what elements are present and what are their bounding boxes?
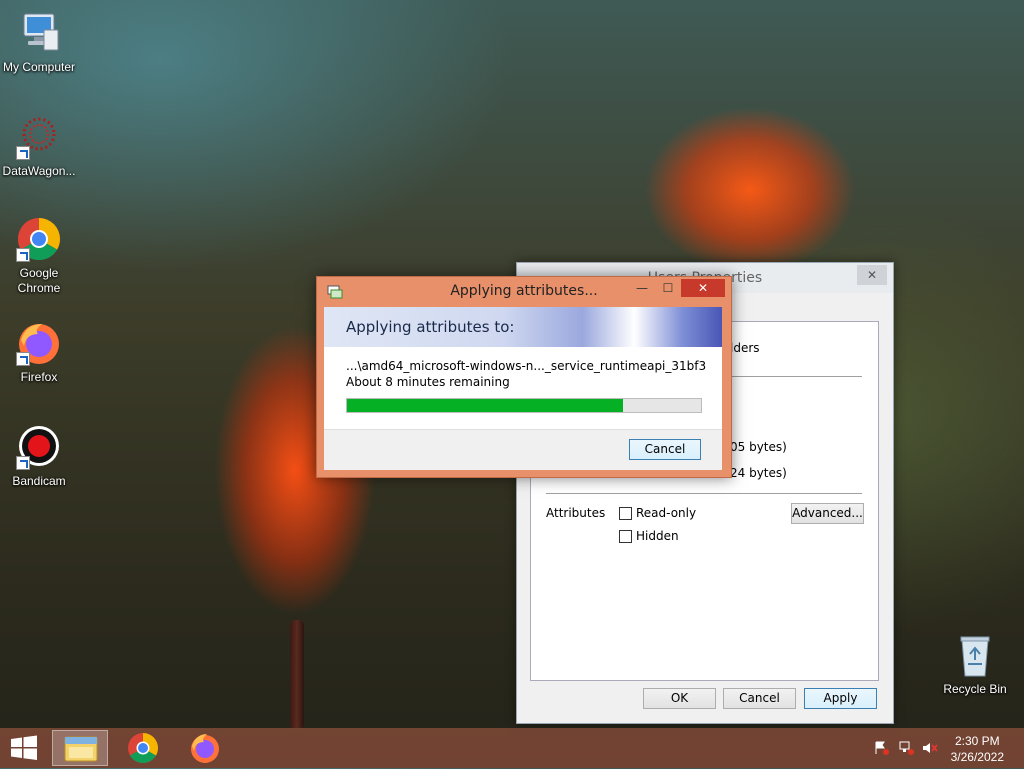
progress-fill (347, 399, 624, 412)
desktop-icon-label: Bandicam (12, 474, 66, 488)
computer-icon (16, 10, 62, 56)
checkbox-box[interactable] (619, 530, 632, 543)
close-button[interactable]: ✕ (681, 279, 725, 297)
desktop-icon-label: My Computer (2, 60, 76, 74)
progress-bar (346, 398, 702, 413)
clock-date: 3/26/2022 (950, 750, 1004, 764)
clock-time: 2:30 PM (954, 734, 1000, 748)
desktop-icon-label: DataWagon... (2, 164, 76, 178)
chrome-icon (16, 216, 62, 262)
time-remaining: About 8 minutes remaining (346, 375, 510, 389)
close-button[interactable]: ✕ (857, 265, 887, 285)
shortcut-arrow-icon (16, 146, 30, 160)
checkbox-box[interactable] (619, 507, 632, 520)
applying-attributes-dialog[interactable]: Applying attributes... — ☐ ✕ Applying at… (316, 276, 732, 478)
desktop-icon-my-computer[interactable]: My Computer (0, 10, 81, 75)
advanced-button[interactable]: Advanced... (791, 503, 864, 524)
system-clock[interactable]: 2:30 PM 3/26/2022 (951, 733, 1004, 765)
wallpaper-flower-stem (290, 620, 304, 730)
desktop-icon-bandicam[interactable]: Bandicam (0, 424, 81, 489)
current-file-path: ...\amd64_microsoft-windows-n..._service… (346, 359, 706, 373)
desktop-icon-firefox[interactable]: Firefox (0, 320, 81, 385)
desktop-icon-recycle-bin[interactable]: Recycle Bin (933, 632, 1017, 697)
ok-button[interactable]: OK (643, 688, 716, 709)
shortcut-arrow-icon (16, 456, 30, 470)
cancel-button[interactable]: Cancel (629, 439, 701, 460)
divider (546, 493, 862, 494)
dialog-footer: Cancel (324, 429, 722, 470)
taskbar-firefox[interactable] (180, 730, 230, 766)
desktop-icon-datawagon[interactable]: DataWagon... (0, 114, 81, 179)
title-bar[interactable]: Applying attributes... — ☐ ✕ (317, 277, 731, 307)
header-banner: Applying attributes to: (324, 307, 722, 347)
shortcut-arrow-icon (16, 352, 30, 366)
desktop-icon-label: Firefox (20, 370, 58, 384)
hidden-checkbox[interactable]: Hidden (619, 529, 679, 543)
size-on-disk-text: 24 bytes) (730, 466, 787, 480)
cancel-button[interactable]: Cancel (723, 688, 796, 709)
maximize-button[interactable]: ☐ (655, 279, 681, 297)
attributes-label: Attributes (546, 506, 606, 520)
desktop-icon-google-chrome[interactable]: Google Chrome (0, 216, 81, 296)
bandicam-icon (16, 424, 62, 470)
firefox-icon (191, 734, 219, 763)
recycle-bin-icon (952, 632, 998, 678)
taskbar-file-explorer[interactable] (52, 730, 108, 766)
datawagon-icon (16, 114, 62, 160)
start-button[interactable] (0, 730, 48, 766)
readonly-label: Read-only (636, 506, 697, 520)
chrome-icon (128, 733, 159, 764)
action-center-flag-icon[interactable] (874, 741, 890, 755)
taskbar: 2:30 PM 3/26/2022 (0, 728, 1024, 768)
desktop-icon-label: Google Chrome (17, 266, 61, 295)
dialog-heading: Applying attributes to: (346, 318, 515, 336)
windows-logo-icon (11, 735, 37, 760)
volume-muted-icon[interactable] (922, 741, 938, 755)
readonly-checkbox[interactable]: Read-only (619, 506, 696, 520)
folder-icon (64, 736, 98, 762)
size-text: 05 bytes) (730, 440, 787, 454)
apply-button[interactable]: Apply (804, 688, 877, 709)
desktop-icon-label: Recycle Bin (943, 682, 1007, 696)
shortcut-arrow-icon (16, 248, 30, 262)
taskbar-google-chrome[interactable] (118, 730, 168, 766)
hidden-label: Hidden (636, 529, 679, 543)
network-icon[interactable] (899, 741, 915, 755)
firefox-icon (16, 320, 62, 366)
dialog-client: Applying attributes to: ...\amd64_micros… (324, 307, 722, 470)
minimize-button[interactable]: — (629, 279, 655, 297)
contains-text: lders (730, 341, 760, 355)
